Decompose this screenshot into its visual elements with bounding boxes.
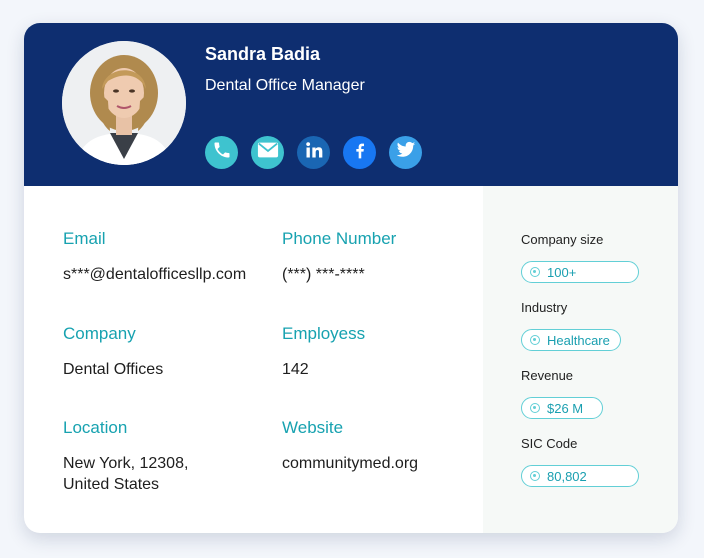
revenue-label: Revenue [521, 368, 574, 383]
contact-card: Sandra Badia Dental Office Manager Email… [24, 23, 678, 533]
revenue-value: $26 M [547, 400, 584, 416]
email-value[interactable]: s***@dentalofficesllp.com [63, 264, 246, 285]
revenue-badge: $26 M [521, 397, 603, 419]
email-label: Email [63, 229, 106, 248]
radio-dot-icon [530, 471, 540, 481]
sic-code-value: 80,802 [547, 468, 587, 484]
industry-badge: Healthcare [521, 329, 621, 351]
employees-label: Employess [282, 324, 366, 343]
company-value: Dental Offices [63, 361, 164, 378]
phone-label: Phone Number [282, 229, 397, 248]
email-icon [257, 141, 279, 164]
location-label: Location [63, 418, 128, 437]
phone-icon [212, 140, 232, 165]
industry-value: Healthcare [547, 332, 610, 348]
avatar [62, 41, 186, 165]
profile-name: Sandra Badia [205, 44, 321, 64]
linkedin-icon [304, 140, 324, 165]
company-size-label: Company size [521, 232, 604, 247]
company-size-badge: 100+ [521, 261, 639, 283]
employees-value: 142 [282, 361, 309, 378]
facebook-button[interactable] [343, 136, 376, 169]
linkedin-button[interactable] [297, 136, 330, 169]
card-header: Sandra Badia Dental Office Manager [24, 23, 678, 186]
email-button[interactable] [251, 136, 284, 169]
location-value: New York, 12308, United States [63, 453, 188, 495]
social-links [205, 136, 422, 169]
radio-dot-icon [530, 267, 540, 277]
radio-dot-icon [530, 335, 540, 345]
company-label: Company [63, 324, 136, 343]
sic-code-badge: 80,802 [521, 465, 639, 487]
profile-job-title: Dental Office Manager [205, 77, 365, 94]
facebook-icon [350, 139, 370, 166]
industry-label: Industry [521, 300, 568, 315]
sic-code-label: SIC Code [521, 436, 578, 451]
website-label: Website [282, 418, 344, 437]
twitter-button[interactable] [389, 136, 422, 169]
website-value[interactable]: communitymed.org [282, 453, 418, 474]
company-size-value: 100+ [547, 264, 577, 280]
location-line-1: New York, 12308, [63, 455, 189, 472]
location-line-2: United States [63, 476, 160, 493]
avatar-photo [62, 41, 186, 165]
phone-value: (***) ***-**** [282, 266, 365, 283]
radio-dot-icon [530, 403, 540, 413]
twitter-icon [396, 141, 416, 164]
phone-button[interactable] [205, 136, 238, 169]
